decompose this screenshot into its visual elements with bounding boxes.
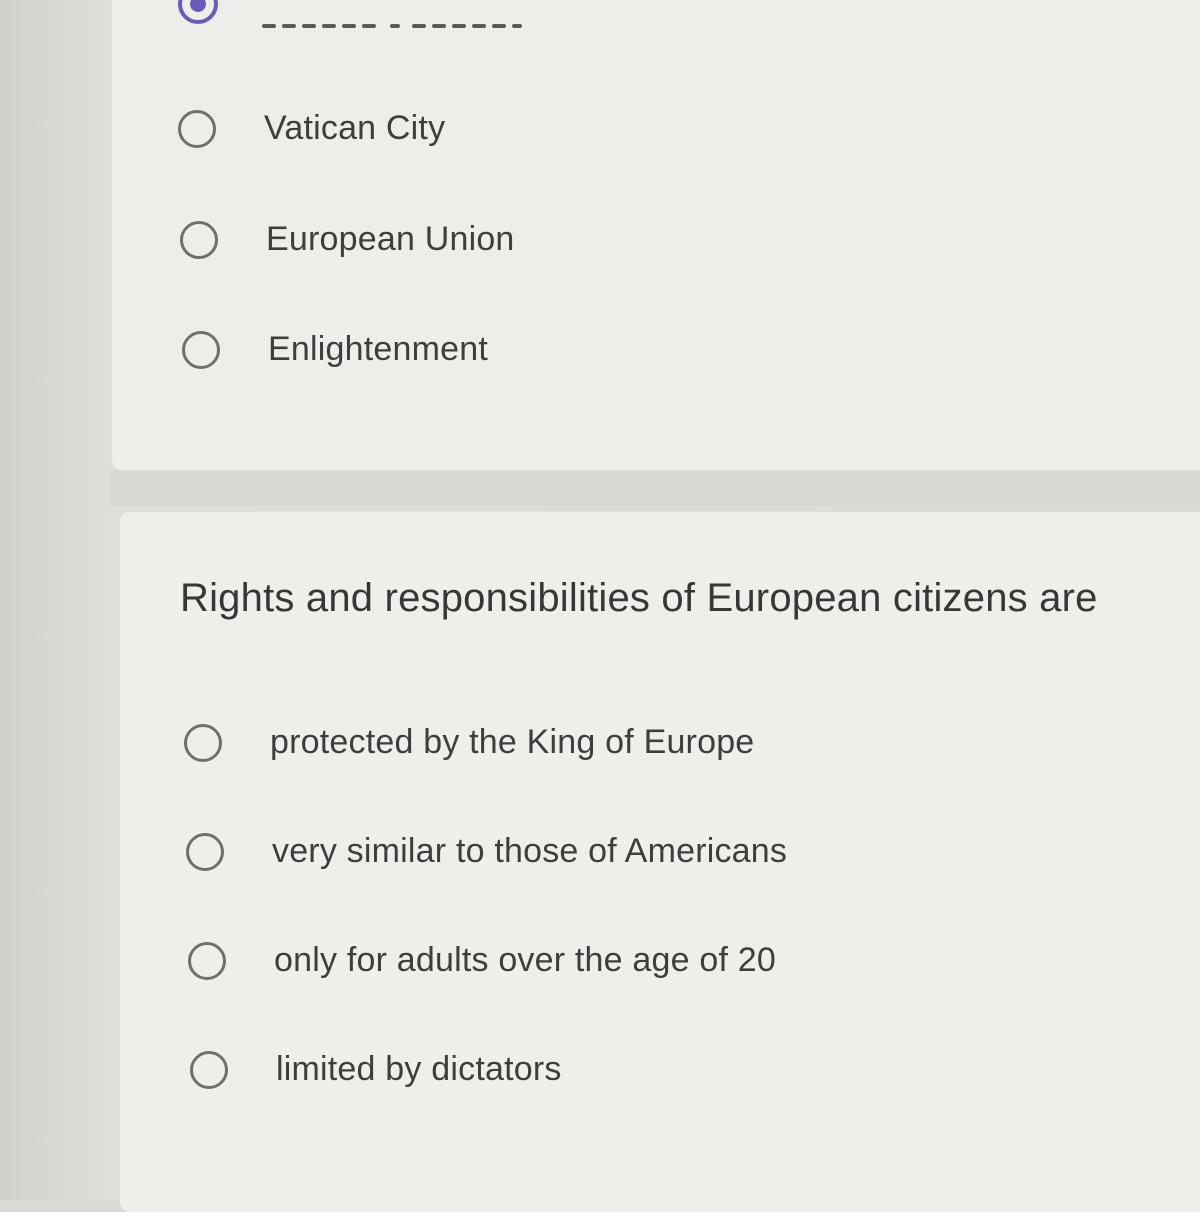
option-european-union[interactable]: European Union: [180, 220, 515, 259]
radio-unselected-icon[interactable]: [182, 330, 220, 369]
option-label: Vatican City: [264, 109, 446, 147]
radio-unselected-icon[interactable]: [184, 723, 222, 762]
option-adults-over-20[interactable]: only for adults over the age of 20: [188, 941, 776, 980]
option-enlightenment[interactable]: Enlightenment: [182, 330, 488, 369]
option-similar-to-americans[interactable]: very similar to those of Americans: [186, 832, 787, 871]
question-title: Rights and responsibilities of European …: [180, 576, 1098, 620]
card-separator: [110, 470, 1200, 506]
radio-unselected-icon[interactable]: [188, 941, 226, 980]
radio-selected-icon[interactable]: [178, 0, 218, 24]
radio-unselected-icon[interactable]: [190, 1050, 228, 1089]
radio-unselected-icon[interactable]: [178, 109, 216, 148]
option-label-partial: [262, 0, 522, 36]
option-label: limited by dictators: [276, 1050, 562, 1088]
option-label: protected by the King of Europe: [270, 723, 755, 761]
option-protected-by-king[interactable]: protected by the King of Europe: [184, 723, 754, 762]
radio-unselected-icon[interactable]: [180, 220, 218, 259]
option-label: European Union: [266, 220, 515, 258]
option-limited-by-dictators[interactable]: limited by dictators: [190, 1050, 562, 1089]
option-label: Enlightenment: [268, 330, 488, 368]
option-selected-partial[interactable]: [178, 0, 538, 44]
option-vatican-city[interactable]: Vatican City: [178, 109, 445, 148]
option-label: only for adults over the age of 20: [274, 941, 777, 979]
option-label: very similar to those of Americans: [272, 832, 788, 870]
radio-unselected-icon[interactable]: [186, 832, 224, 871]
